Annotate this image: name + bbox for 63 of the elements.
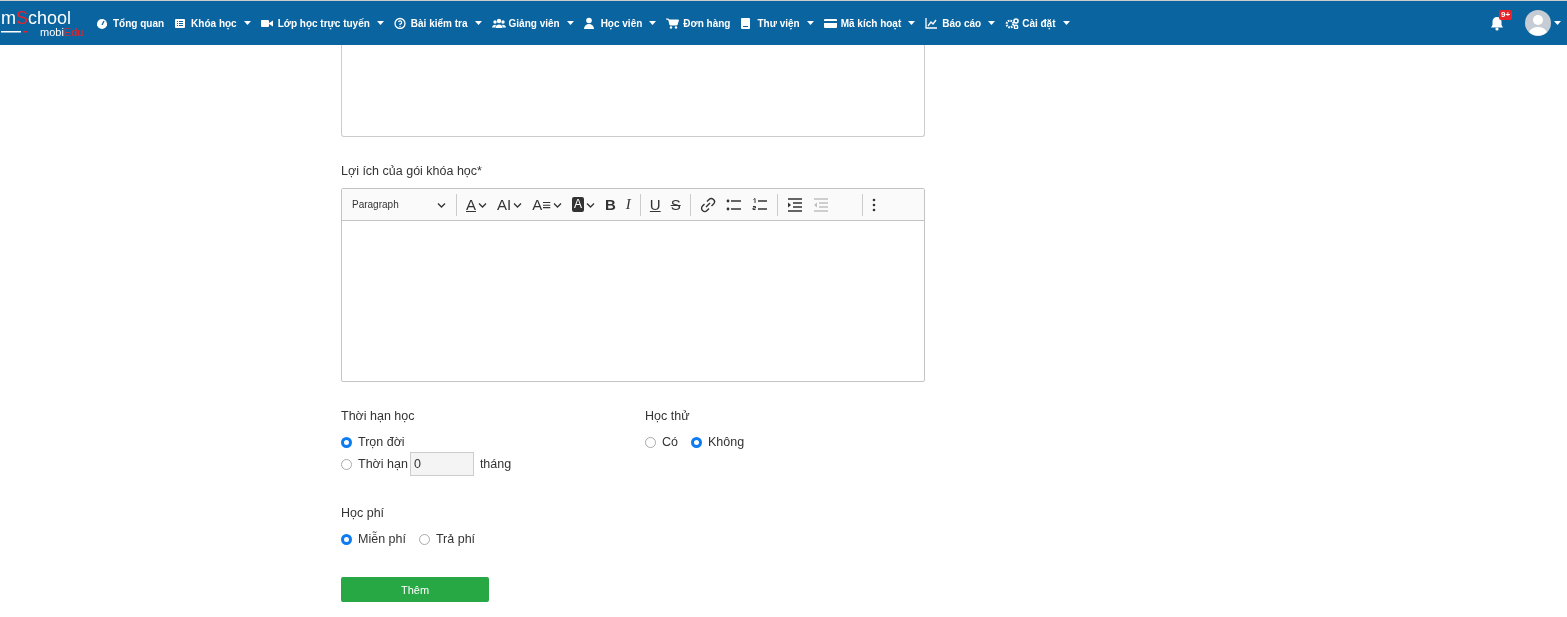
avatar-icon[interactable] — [1525, 10, 1551, 36]
radio-button[interactable] — [645, 436, 656, 448]
radio-label[interactable]: Có — [662, 435, 678, 449]
outdent-icon — [812, 196, 829, 213]
video-camera-icon — [260, 17, 275, 29]
radio-label[interactable]: Miễn phí — [358, 532, 406, 546]
nav-menu-item[interactable]: Tổng quan — [96, 17, 165, 29]
field-label: Học phí — [341, 506, 386, 522]
nav-menu-item[interactable]: Mã kích hoạt — [823, 17, 916, 29]
cart-icon — [666, 17, 681, 29]
toolbar-button[interactable]: A≡ — [527, 192, 567, 217]
radio-button[interactable] — [341, 436, 352, 448]
toolbar-button[interactable]: B — [600, 192, 621, 217]
nav-menu-item[interactable]: Khóa học — [174, 17, 251, 29]
nav-menu-item[interactable]: Giảng viên — [491, 17, 574, 29]
nav-menu-item[interactable]: Báo cáo — [925, 17, 996, 29]
chevron-icon — [513, 201, 523, 208]
nav-menu-item[interactable]: Đơn hàng — [666, 17, 731, 29]
months-input[interactable]: 0 — [409, 452, 474, 476]
nav-menu-item[interactable]: Lớp học trực tuyến — [260, 17, 384, 29]
toolbar-button[interactable]: A — [566, 192, 600, 217]
logo-text[interactable]: mSchool — [1, 8, 72, 27]
field-label: Học thử — [645, 409, 691, 425]
line-chart-icon — [925, 17, 940, 29]
chevron-icon — [478, 201, 487, 208]
nav-menu-item[interactable]: Thư viện — [740, 17, 814, 29]
link-icon — [699, 196, 716, 213]
toolbar-button[interactable]: I — [620, 192, 636, 217]
nav-menu-item[interactable]: Bài kiểm tra — [393, 17, 482, 29]
gauge-icon — [96, 17, 110, 29]
toolbar-button[interactable]: U — [644, 192, 666, 217]
field-label: Thời hạn học — [341, 409, 416, 425]
paragraph-dropdown[interactable]: Paragraph — [346, 199, 452, 210]
bell-icon[interactable] — [1490, 15, 1504, 31]
radio-button[interactable] — [341, 533, 352, 545]
chevron-icon — [552, 201, 562, 208]
radio-button[interactable] — [691, 436, 702, 448]
logo-subtext[interactable]: mobiEdu — [40, 26, 84, 38]
notification-badge: 9+ — [1499, 9, 1513, 20]
nav-menu-item[interactable]: Cài đặt — [1005, 17, 1070, 29]
radio-label[interactable]: Không — [708, 435, 745, 449]
indent-icon — [786, 196, 803, 213]
caret-icon[interactable] — [1554, 21, 1561, 25]
radio-label[interactable]: Trả phí — [435, 532, 476, 546]
toolbar-button[interactable]: A — [461, 192, 492, 217]
rich-text-editor[interactable]: Paragraph A AI A≡ A B I U S — [341, 188, 925, 382]
radio-label[interactable]: Thời hạn — [358, 457, 408, 471]
toolbar-button[interactable]: S — [665, 192, 686, 217]
more-options-icon — [871, 196, 876, 213]
chevron-icon — [437, 201, 446, 208]
chevron-icon — [586, 201, 595, 208]
radio-button[interactable] — [418, 533, 430, 545]
credit-card-icon — [823, 17, 838, 29]
logo-underline-icon — [1, 30, 27, 34]
unit-label: tháng — [479, 457, 512, 471]
field-label: Lợi ích của gói khóa học* — [341, 164, 483, 180]
radio-label[interactable]: Trọn đời — [358, 435, 405, 449]
nav-menu-item[interactable]: Học viên — [583, 17, 657, 29]
toolbar-button[interactable]: AI — [492, 192, 528, 217]
users-icon — [491, 17, 506, 29]
radio-button[interactable] — [341, 458, 352, 470]
gears-icon — [1005, 17, 1020, 29]
numbered-list-icon — [751, 196, 768, 213]
